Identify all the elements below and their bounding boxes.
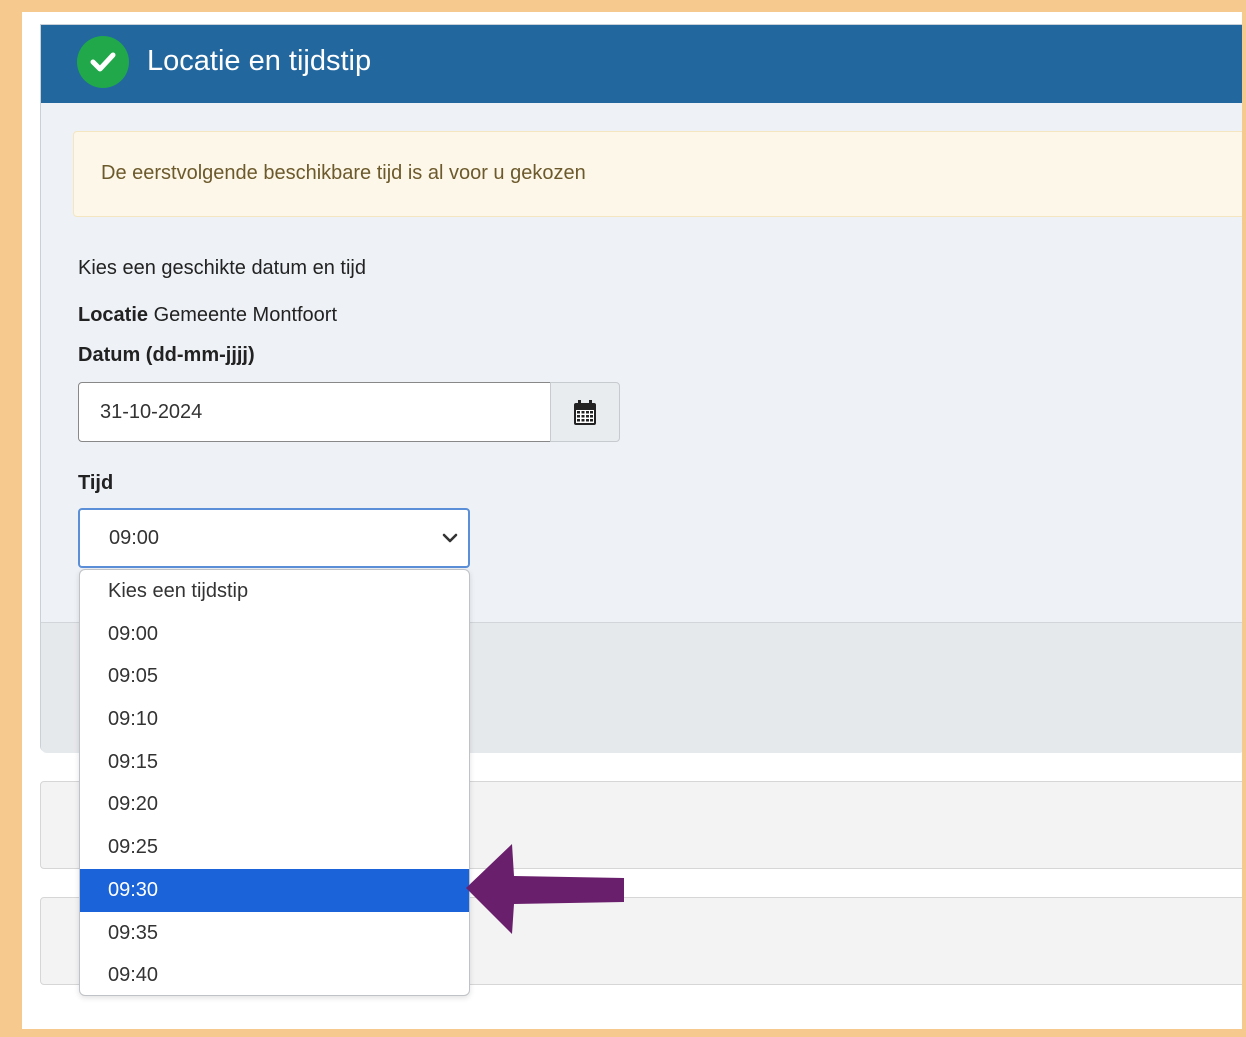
time-option[interactable]: 09:35: [80, 912, 469, 955]
time-option[interactable]: 09:40: [80, 954, 469, 995]
chevron-down-icon: [442, 533, 458, 543]
form-intro: Kies een geschikte datum en tijd: [78, 257, 366, 279]
location-label: Locatie: [78, 304, 149, 326]
check-circle-icon: [77, 36, 129, 88]
time-option[interactable]: 09:00: [80, 613, 469, 656]
date-input[interactable]: [78, 382, 551, 442]
time-option[interactable]: 09:20: [80, 783, 469, 826]
panel-header: Locatie en tijdstip: [41, 25, 1245, 103]
calendar-icon: [574, 400, 596, 425]
alert-text: De eerstvolgende beschikbare tijd is al …: [101, 162, 586, 184]
time-option[interactable]: 09:25: [80, 826, 469, 869]
location-line: Locatie Gemeente Montfoort: [78, 300, 337, 330]
time-option[interactable]: Kies een tijdstip: [80, 570, 469, 613]
time-option[interactable]: 09:15: [80, 741, 469, 784]
time-option[interactable]: 09:05: [80, 655, 469, 698]
location-value: Gemeente Montfoort: [153, 304, 338, 326]
date-label: Datum (dd-mm-jjjj): [78, 344, 255, 366]
panel-title: Locatie en tijdstip: [147, 45, 372, 77]
time-dropdown-list: Kies een tijdstip 09:00 09:05 09:10 09:1…: [79, 569, 470, 996]
time-select-value: 09:00: [109, 527, 160, 549]
time-option[interactable]: 09:10: [80, 698, 469, 741]
info-alert: De eerstvolgende beschikbare tijd is al …: [73, 131, 1246, 217]
arrow-left-icon: [466, 844, 624, 934]
calendar-button[interactable]: [550, 382, 620, 442]
time-label: Tijd: [78, 472, 114, 494]
time-select[interactable]: 09:00: [78, 508, 470, 568]
time-option-highlighted[interactable]: 09:30: [80, 868, 469, 912]
